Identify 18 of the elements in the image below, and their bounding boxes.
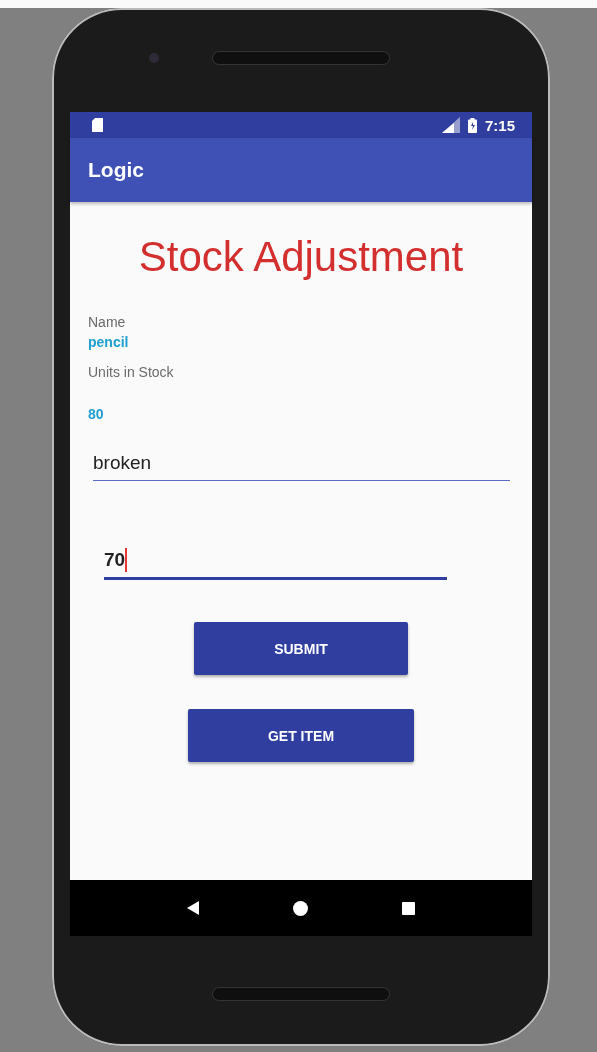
- field-value: pencil: [88, 333, 129, 352]
- recents-icon[interactable]: [402, 901, 415, 915]
- field-value: 80: [88, 405, 104, 424]
- action-button[interactable]: SUBMIT: [194, 622, 408, 675]
- status-time: 7:15: [484, 116, 515, 134]
- field-label: Name: [88, 313, 126, 332]
- home-icon[interactable]: [293, 900, 308, 916]
- action-button[interactable]: GET ITEM: [188, 709, 414, 762]
- input-field[interactable]: 70: [104, 543, 447, 580]
- signal-icon: [441, 117, 460, 133]
- field-label: Units in Stock: [88, 363, 174, 382]
- battery-icon: [467, 117, 477, 133]
- camera-icon: [148, 52, 160, 64]
- app-title: Logic: [88, 158, 144, 182]
- input-field[interactable]: broken: [93, 446, 510, 481]
- back-icon[interactable]: [187, 901, 199, 915]
- page-heading: Stock Adjustment: [137, 232, 465, 282]
- sd-card-icon: [92, 118, 103, 132]
